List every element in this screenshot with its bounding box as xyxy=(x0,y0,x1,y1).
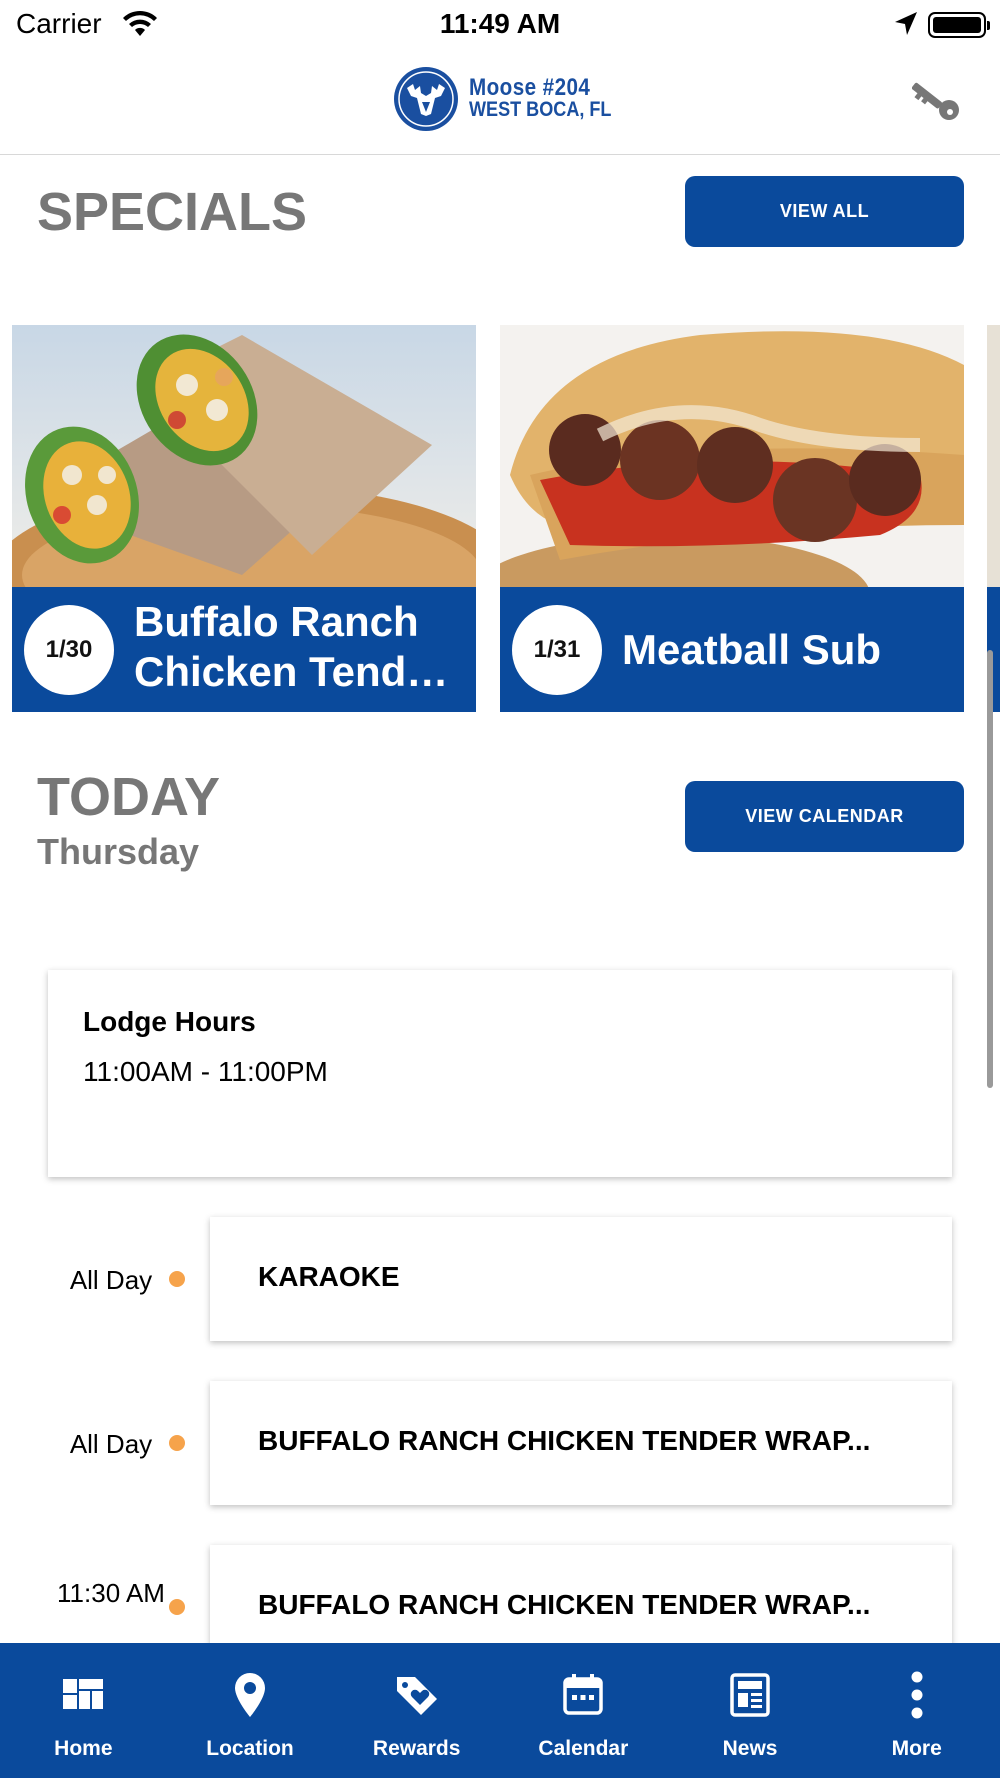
tab-more[interactable]: More xyxy=(833,1643,1000,1778)
special-card[interactable]: 1/31 Meatball Sub xyxy=(500,325,964,712)
specials-title: SPECIALS xyxy=(37,182,308,242)
event-dot xyxy=(169,1599,185,1615)
lodge-hours-title: Lodge Hours xyxy=(83,1006,256,1037)
lodge-hours-value: 11:00AM - 11:00PM xyxy=(83,1056,328,1087)
tab-calendar[interactable]: Calendar xyxy=(500,1643,667,1778)
logo-subtitle: WEST BOCA, FL xyxy=(469,98,612,121)
more-dots-icon xyxy=(911,1671,923,1719)
logo-title: Moose #204 xyxy=(469,74,591,101)
status-time: 11:49 AM xyxy=(439,8,561,39)
tab-home[interactable]: Home xyxy=(0,1643,167,1778)
scrollbar[interactable] xyxy=(987,650,993,1088)
tab-location[interactable]: Location xyxy=(167,1643,334,1778)
event-dot xyxy=(169,1435,185,1451)
special-footer: 1/30 Buffalo Ranch Chicken Tender Wrap xyxy=(12,587,476,712)
tab-bar: Home Location Rewards Calendar News More xyxy=(0,1643,1000,1778)
tab-label: Location xyxy=(206,1737,294,1760)
today-title: TODAY xyxy=(37,767,221,827)
event-title: KARAOKE xyxy=(258,1261,400,1292)
special-date-badge: 1/31 xyxy=(512,605,602,695)
tab-rewards[interactable]: Rewards xyxy=(333,1643,500,1778)
calendar-icon xyxy=(563,1674,604,1715)
home-grid-icon xyxy=(63,1679,104,1709)
special-name: Buffalo Ranch Chicken Tender Wrap xyxy=(134,598,446,695)
tab-news[interactable]: News xyxy=(667,1643,834,1778)
special-footer: 1/31 Meatball Sub xyxy=(500,587,964,712)
tab-label: Rewards xyxy=(372,1737,461,1760)
newspaper-icon xyxy=(730,1673,770,1717)
special-card[interactable]: 1/30 Buffalo Ranch Chicken Tender Wrap xyxy=(12,325,476,712)
event-time: 11:30 AM xyxy=(57,1578,165,1608)
lodge-hours-card: Lodge Hours 11:00AM - 11:00PM xyxy=(48,970,952,1177)
event-card[interactable]: BUFFALO RANCH CHICKEN TENDER WRAP... xyxy=(210,1381,952,1505)
meatball-sub-photo xyxy=(500,325,964,587)
event-title: BUFFALO RANCH CHICKEN TENDER WRAP... xyxy=(258,1425,871,1456)
event-title: BUFFALO RANCH CHICKEN TENDER WRAP... xyxy=(258,1589,871,1620)
location-arrow-icon xyxy=(895,12,917,35)
view-calendar-button[interactable]: VIEW CALENDAR xyxy=(685,781,964,852)
tag-heart-icon xyxy=(396,1677,437,1715)
today-day: Thursday xyxy=(37,831,200,872)
app-header: Moose #204 WEST BOCA, FL xyxy=(0,50,1000,155)
status-bar: Carrier 11:49 AM xyxy=(0,0,1000,50)
tab-label: Home xyxy=(54,1737,113,1760)
event-time: All Day xyxy=(69,1265,153,1295)
map-pin-icon xyxy=(235,1673,265,1717)
event-row: All Day BUFFALO RANCH CHICKEN TENDER WRA… xyxy=(0,1381,1000,1507)
lodge-logo: Moose #204 WEST BOCA, FL xyxy=(393,66,635,132)
battery-icon xyxy=(928,12,990,38)
event-card[interactable]: KARAOKE xyxy=(210,1217,952,1341)
event-row: All Day KARAOKE xyxy=(0,1217,1000,1343)
event-dot xyxy=(169,1271,185,1287)
view-all-button[interactable]: VIEW ALL xyxy=(685,176,964,247)
event-time: All Day xyxy=(69,1429,153,1459)
wrap-photo xyxy=(12,325,476,587)
tab-label: More xyxy=(891,1737,942,1760)
tab-label: News xyxy=(722,1737,778,1760)
moose-logo-icon xyxy=(394,67,458,131)
special-name: Meatball Sub xyxy=(622,626,882,673)
key-icon[interactable] xyxy=(912,72,968,128)
special-date-badge: 1/30 xyxy=(24,605,114,695)
tab-label: Calendar xyxy=(538,1737,629,1760)
